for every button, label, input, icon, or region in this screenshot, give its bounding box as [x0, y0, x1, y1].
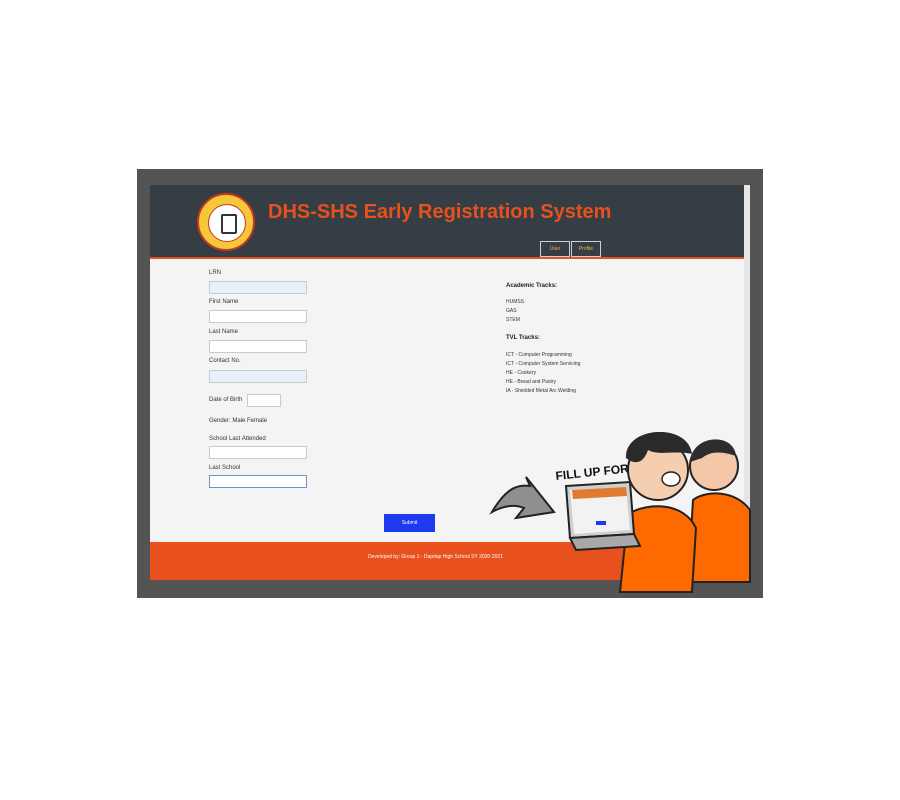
lrn-input[interactable]: [209, 281, 307, 294]
page-title: DHS-SHS Early Registration System: [268, 201, 612, 223]
academic-track-item: GAS: [506, 308, 517, 314]
birth-date-input[interactable]: [247, 394, 281, 407]
birth-label: Date of Birth: [209, 397, 243, 403]
academic-track-item: HUMSS: [506, 299, 525, 305]
footer-text: Developed by: Group 1 - Dapdap High Scho…: [368, 554, 503, 560]
school-attended-label: School Last Attended: [209, 436, 266, 442]
first-name-input[interactable]: [209, 310, 307, 323]
last-school-input[interactable]: [209, 475, 307, 488]
tvl-track-item: ICT - Computer Programming: [506, 352, 572, 358]
academic-track-item: STEM: [506, 317, 520, 323]
tvl-tracks-title: TVL Tracks:: [506, 335, 540, 341]
profile-button[interactable]: Profile: [571, 241, 601, 257]
tvl-track-item: HE - Bread and Pastry: [506, 379, 557, 385]
contact-label: Contact No.: [209, 358, 241, 364]
tvl-track-item: HE - Cookery: [506, 370, 537, 376]
last-name-label: Last Name: [209, 329, 239, 335]
first-name-label: First Name: [209, 299, 239, 305]
contact-input[interactable]: [209, 370, 307, 383]
site-header: DHS-SHS Early Registration System User P…: [150, 185, 745, 259]
submit-button[interactable]: Submit: [384, 514, 435, 532]
academic-tracks-title: Academic Tracks:: [506, 283, 558, 289]
school-logo: [197, 193, 255, 251]
book-icon: [221, 214, 237, 234]
tvl-track-item: ICT - Computer System Servicing: [506, 361, 581, 367]
last-name-input[interactable]: [209, 340, 307, 353]
students-illustration: FILL UP FORM: [489, 432, 751, 593]
lrn-label: LRN: [209, 270, 222, 276]
fill-up-caption: FILL UP FORM: [555, 460, 640, 483]
last-school-label: Last School: [209, 465, 241, 471]
arrow-icon: [489, 476, 556, 520]
tvl-track-item: IA - Shielded Metal Arc Welding: [506, 388, 576, 394]
gender-options[interactable]: Gender: Male Female: [209, 418, 267, 424]
user-button[interactable]: User: [540, 241, 570, 257]
school-attended-input[interactable]: [209, 446, 307, 459]
